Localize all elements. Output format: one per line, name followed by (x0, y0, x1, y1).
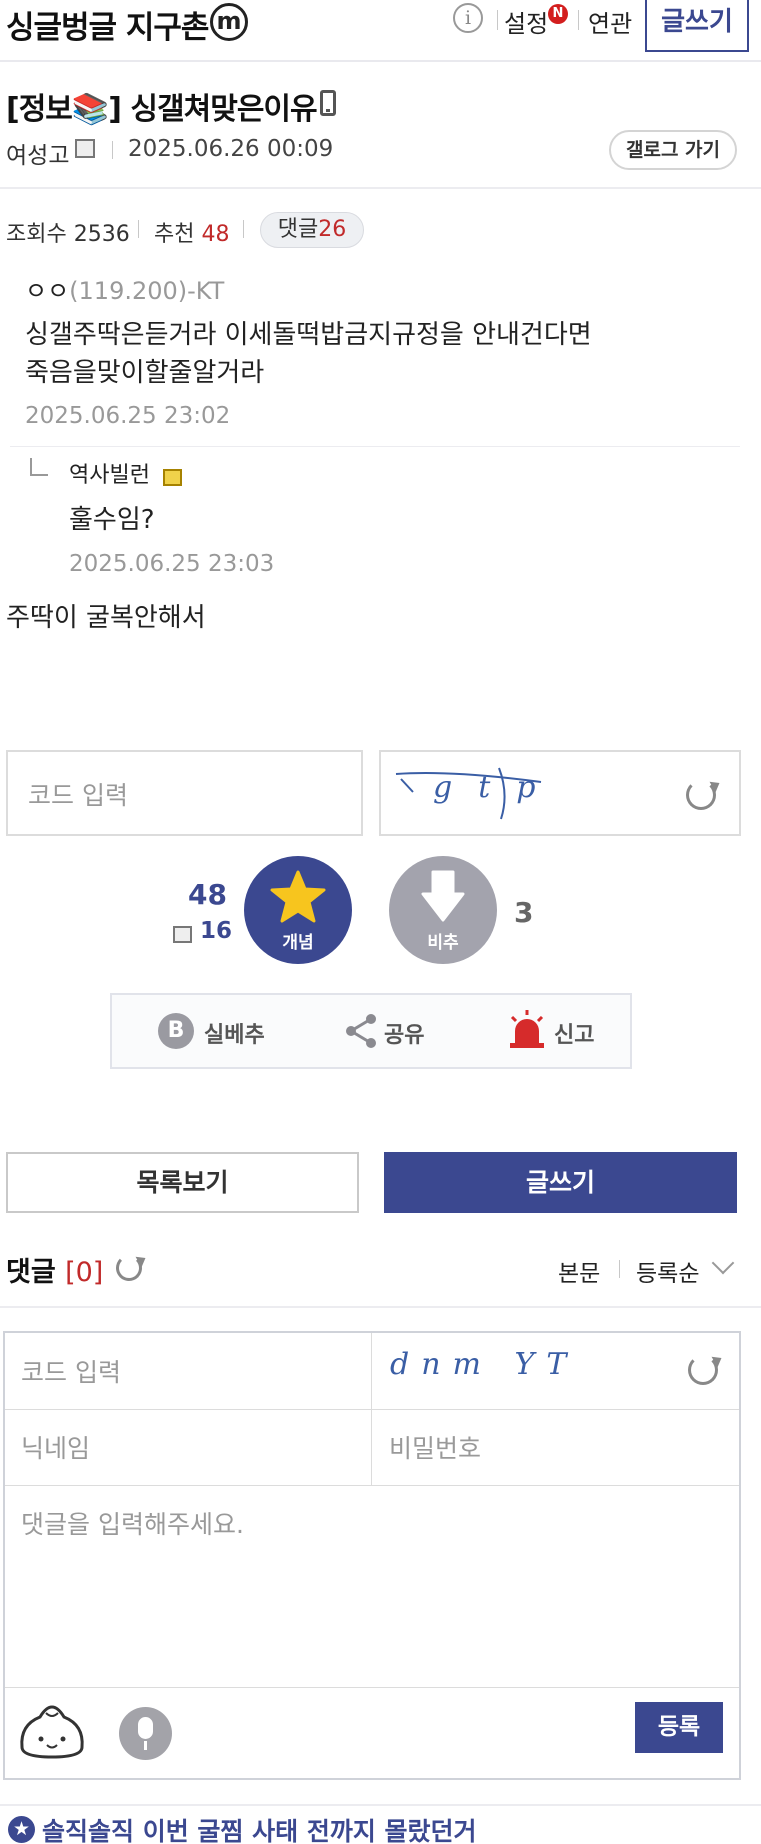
quote-date: 2025.06.25 23:02 (25, 403, 231, 429)
minor-gallery-icon: m (210, 3, 248, 41)
fix-upvote-count: 16 (200, 918, 233, 944)
view-count: 조회수 2536 (6, 216, 130, 248)
dccon-icon[interactable] (18, 1703, 86, 1759)
sort-divider (619, 1260, 620, 1278)
settings-link[interactable]: 설정 (504, 4, 548, 39)
downvote-count: 3 (514, 896, 534, 929)
reply-date: 2025.06.25 23:03 (69, 551, 275, 577)
reply-author: 역사빌런 (69, 463, 150, 488)
post-date: 2025.06.26 00:09 (128, 136, 334, 162)
form-divider (5, 1409, 739, 1410)
form-divider (5, 1485, 739, 1486)
top-header: 싱글벙글 지구촌 m i 설정 N 연관 글쓰기 (0, 0, 761, 62)
post-author[interactable]: 여성고 (6, 136, 69, 170)
reply-arrow-icon (30, 458, 48, 476)
comments-refresh-icon[interactable] (116, 1255, 142, 1281)
gallog-fix-icon (163, 469, 182, 486)
share-icon (346, 1014, 376, 1048)
comment-form: 코드 입력 dnm YT 닉네임 비밀번호 댓글을 입력해주세요. (3, 1331, 741, 1780)
captcha-refresh-icon[interactable] (686, 780, 716, 810)
comment-textarea[interactable]: 댓글을 입력해주세요. (21, 1505, 244, 1541)
star-icon (270, 870, 326, 923)
form-divider (5, 1687, 739, 1688)
header-divider (578, 10, 579, 30)
quote-ip: (119.200)-KT (69, 277, 225, 305)
best-recommend-icon: B (158, 1013, 194, 1049)
upvote-count: 48 (188, 878, 227, 911)
mobile-icon (320, 90, 336, 116)
code-input[interactable]: 코드 입력 (6, 750, 363, 836)
share-button[interactable]: 공유 (384, 1017, 424, 1049)
comments-title: 댓글 (6, 1257, 56, 1288)
upvote-label: 개념 (282, 933, 314, 953)
upvote-button[interactable]: 개념 (244, 856, 352, 964)
new-badge: N (548, 4, 568, 24)
captcha-image: gtp (379, 750, 741, 836)
recommend-value: 48 (201, 222, 230, 247)
divider (10, 446, 740, 447)
divider (0, 187, 761, 189)
comment-count-pill[interactable]: 댓글26 (260, 212, 364, 248)
comments-count: [0] (65, 1257, 104, 1288)
siren-icon (510, 1010, 544, 1048)
stat-divider (243, 220, 244, 238)
comment-captcha-refresh-icon[interactable] (688, 1355, 718, 1385)
fixed-nick-icon (173, 926, 192, 943)
meta-divider (112, 141, 113, 159)
divider (0, 1306, 761, 1308)
best-recommend-button[interactable]: 실베추 (204, 1017, 265, 1049)
gallog-button[interactable]: 갤로그 가기 (609, 130, 737, 170)
list-button[interactable]: 목록보기 (6, 1152, 359, 1213)
fixed-nick-icon (75, 139, 95, 158)
post-body: 주딱이 굴복안해서 (6, 603, 206, 633)
comment-captcha-image: dnm YT (390, 1347, 579, 1382)
quote-line-1: 싱갤주딱은듣거라 이세돌떡밥금지규정을 안내건다면 (25, 320, 592, 350)
write-button-top[interactable]: 글쓰기 (645, 0, 749, 52)
comments-heading: 댓글 [0] (6, 1250, 103, 1289)
quote-line-2: 죽음을맞이할줄알거라 (25, 358, 265, 388)
views-label: 조회수 (6, 222, 67, 247)
write-button[interactable]: 글쓰기 (384, 1152, 737, 1213)
captcha-top-text: gtp (433, 770, 562, 805)
downvote-label: 비추 (427, 933, 459, 953)
next-post-link[interactable]: 솔직솔직 이번 굴찜 사태 전까지 몰랐던거 (42, 1812, 477, 1844)
comment-code-input[interactable]: 코드 입력 (21, 1353, 121, 1389)
submit-comment-button[interactable]: 등록 (635, 1702, 723, 1753)
comments-value: 26 (318, 217, 347, 242)
quote-author: ㅇㅇ (25, 277, 70, 305)
header-divider (497, 10, 498, 30)
password-input[interactable]: 비밀번호 (389, 1429, 481, 1465)
microphone-icon[interactable] (119, 1707, 172, 1760)
recommend-count: 추천 48 (154, 216, 229, 248)
quote-author-line: ㅇㅇ(119.200)-KT (25, 272, 224, 310)
star-badge-icon: ★ (8, 1816, 35, 1843)
info-icon[interactable]: i (453, 3, 483, 33)
recommend-label: 추천 (154, 222, 195, 247)
views-value: 2536 (73, 222, 130, 247)
share-bar: B 실베추 공유 신고 (110, 993, 632, 1069)
comments-label: 댓글 (277, 217, 319, 242)
related-link[interactable]: 연관 (588, 4, 632, 39)
sort-body-link[interactable]: 본문 (558, 1254, 600, 1288)
reply-text: 훌수임? (69, 505, 155, 535)
stat-divider (138, 220, 139, 238)
sort-order-select[interactable]: 등록순 (636, 1254, 699, 1288)
post-title: [정보📚] 싱갤쳐맞은이유 (6, 92, 318, 127)
nickname-input[interactable]: 닉네임 (21, 1429, 90, 1465)
code-input-placeholder: 코드 입력 (28, 781, 128, 810)
report-button[interactable]: 신고 (554, 1017, 594, 1049)
gallery-title[interactable]: 싱글벙글 지구촌 (6, 2, 209, 47)
downvote-button[interactable]: 비추 (389, 856, 497, 964)
down-arrow-icon (421, 870, 465, 922)
chevron-down-icon[interactable] (711, 1251, 735, 1275)
